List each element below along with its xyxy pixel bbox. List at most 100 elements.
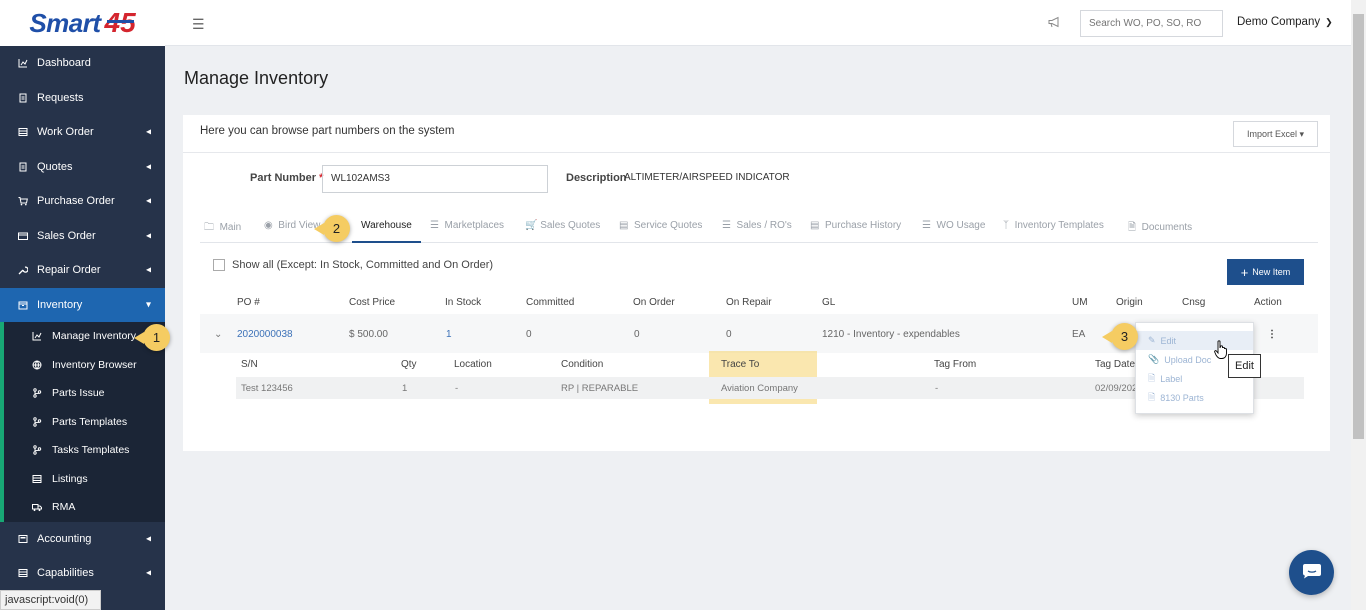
tab-inventory-templates[interactable]: ᛉ Inventory Templates xyxy=(1003,220,1104,231)
column-header[interactable]: Cnsg xyxy=(1182,297,1205,308)
condition: RP | REPARABLE xyxy=(561,383,639,394)
search-input[interactable] xyxy=(1080,10,1223,37)
column-header[interactable]: On Repair xyxy=(726,297,772,308)
document-icon xyxy=(18,93,28,103)
sidebar-item-label: Quotes xyxy=(37,160,73,173)
sidebar-item-rma[interactable]: RMA xyxy=(4,493,165,522)
calculator-icon: ▤ xyxy=(619,220,629,231)
column-header[interactable]: GL xyxy=(822,297,835,308)
chat-button[interactable] xyxy=(1289,550,1334,595)
sidebar-item-sales-order[interactable]: Sales Order ◂ xyxy=(0,219,165,254)
sidebar-item-quotes[interactable]: Quotes ◂ xyxy=(0,150,165,185)
location: - xyxy=(455,383,459,394)
sidebar-item-label: RMA xyxy=(52,501,76,514)
plus-icon: + xyxy=(1240,264,1249,280)
branch-icon xyxy=(32,445,42,455)
tab-label: Inventory Templates xyxy=(1014,220,1104,231)
caret-down-icon: ▾ xyxy=(1299,128,1305,139)
sidebar-item-label: Manage Inventory xyxy=(52,330,137,343)
list-icon xyxy=(18,568,28,578)
tag-date: 02/09/202 xyxy=(1095,383,1138,394)
tab-warehouse[interactable]: Warehouse xyxy=(361,220,412,231)
logo[interactable]: Smart 45 xyxy=(0,0,165,46)
tab-bird-view[interactable]: ◉ Bird View xyxy=(264,220,320,231)
megaphone-icon[interactable] xyxy=(1048,16,1061,31)
sidebar-item-requests[interactable]: Requests xyxy=(0,81,165,116)
logo-text: Smart xyxy=(29,7,101,38)
sidebar-item-listings[interactable]: Listings xyxy=(4,465,165,494)
card-icon xyxy=(18,231,28,241)
list-icon: ☰ xyxy=(430,220,439,231)
tab-purchase-history[interactable]: ▤ Purchase History xyxy=(810,220,901,231)
menu-item-edit[interactable]: ✎ Edit xyxy=(1136,331,1253,350)
kebab-menu-icon[interactable]: ⋮ xyxy=(1267,329,1277,340)
tab-sales-ros[interactable]: ☰ Sales / RO's xyxy=(722,220,792,231)
column-header[interactable]: PO # xyxy=(237,297,260,308)
tab-main[interactable]: 🗀 Main xyxy=(204,220,241,237)
sidebar-item-capabilities[interactable]: Capabilities ◂ xyxy=(0,556,165,591)
chevron-left-icon: ◂ xyxy=(145,195,151,207)
new-item-button[interactable]: + New Item xyxy=(1227,259,1304,285)
um: EA xyxy=(1072,329,1086,340)
menu-item-label: Label xyxy=(1160,373,1183,384)
cart-icon xyxy=(18,196,28,206)
column-header[interactable]: Cost Price xyxy=(349,297,395,308)
sidebar-item-accounting[interactable]: Accounting ◂ xyxy=(0,522,165,557)
tab-bar: 🗀 Main ◉ Bird View Warehouse ☰ Marketpla… xyxy=(200,216,1318,243)
po-link[interactable]: 2020000038 xyxy=(237,329,293,340)
sidebar-item-label: Tasks Templates xyxy=(52,444,130,457)
sidebar-item-parts-templates[interactable]: Parts Templates xyxy=(4,408,165,437)
sidebar-item-purchase-order[interactable]: Purchase Order ◂ xyxy=(0,184,165,219)
gl-account: 1210 - Inventory - expendables xyxy=(822,329,960,340)
show-all-checkbox[interactable]: Show all (Except: In Stock, Committed an… xyxy=(213,259,493,271)
column-header[interactable]: UM xyxy=(1072,297,1088,308)
sidebar-item-repair-order[interactable]: Repair Order ◂ xyxy=(0,253,165,288)
chevron-down-icon: ❯ xyxy=(1325,17,1333,27)
import-excel-button[interactable]: Import Excel ▾ xyxy=(1233,121,1318,147)
in-stock[interactable]: 1 xyxy=(446,329,452,340)
column-header[interactable]: Committed xyxy=(526,297,574,308)
menu-toggle-icon[interactable]: ☰ xyxy=(192,16,205,33)
sidebar-item-inventory[interactable]: Inventory ▾ xyxy=(0,287,165,322)
checkbox[interactable] xyxy=(213,259,225,271)
document-icon: 🗎 xyxy=(1128,222,1137,233)
tab-service-quotes[interactable]: ▤ Service Quotes xyxy=(619,220,702,231)
column-header: Action xyxy=(1254,297,1282,308)
branch-icon xyxy=(32,417,42,427)
page-scrollbar[interactable] xyxy=(1351,0,1366,610)
document-icon: 🗎 xyxy=(1148,372,1156,383)
chart-icon xyxy=(32,331,42,341)
logo-number: 45 xyxy=(104,7,136,38)
sub-column-header: Location xyxy=(454,359,492,370)
company-name: Demo Company xyxy=(1237,16,1321,28)
column-header[interactable]: In Stock xyxy=(445,297,481,308)
tab-documents[interactable]: 🗎 Documents xyxy=(1128,220,1192,237)
top-bar: ☰ Demo Company ❯ xyxy=(165,0,1351,46)
sidebar-item-inventory-browser[interactable]: Inventory Browser xyxy=(4,351,165,380)
paperclip-icon: 📎 xyxy=(1148,354,1160,364)
on-order: 0 xyxy=(634,329,640,340)
company-selector[interactable]: Demo Company ❯ xyxy=(1237,16,1333,28)
sidebar-item-label: Inventory xyxy=(37,298,83,311)
sidebar-item-tasks-templates[interactable]: Tasks Templates xyxy=(4,436,165,465)
column-header[interactable]: On Order xyxy=(633,297,675,308)
calculator-icon xyxy=(18,534,28,544)
list-icon xyxy=(18,127,28,137)
scrollbar-thumb[interactable] xyxy=(1353,14,1364,439)
tab-label: Sales Quotes xyxy=(540,220,601,231)
sidebar-item-dashboard[interactable]: Dashboard xyxy=(0,46,165,81)
sidebar-item-label: Sales Order xyxy=(37,229,96,242)
menu-item-label: 8130 Parts xyxy=(1160,392,1204,403)
tab-sales-quotes[interactable]: 🛒 Sales Quotes xyxy=(525,220,600,231)
menu-item-8130-parts[interactable]: 🗎 8130 Parts xyxy=(1136,388,1253,407)
sidebar: Smart 45 Dashboard Requests Work Order ◂… xyxy=(0,0,165,610)
chevron-down-icon[interactable]: ⌄ xyxy=(214,329,222,340)
column-header[interactable]: Origin xyxy=(1116,297,1143,308)
inventory-submenu: Manage Inventory Inventory Browser Parts… xyxy=(0,322,165,522)
tab-wo-usage[interactable]: ☰ WO Usage xyxy=(922,220,985,231)
part-number-input[interactable]: WL102AMS3 xyxy=(322,165,548,193)
sidebar-item-work-order[interactable]: Work Order ◂ xyxy=(0,115,165,150)
sub-column-header: Tag Date xyxy=(1095,359,1136,370)
sidebar-item-parts-issue[interactable]: Parts Issue xyxy=(4,379,165,408)
tab-marketplaces[interactable]: ☰ Marketplaces xyxy=(430,220,504,231)
